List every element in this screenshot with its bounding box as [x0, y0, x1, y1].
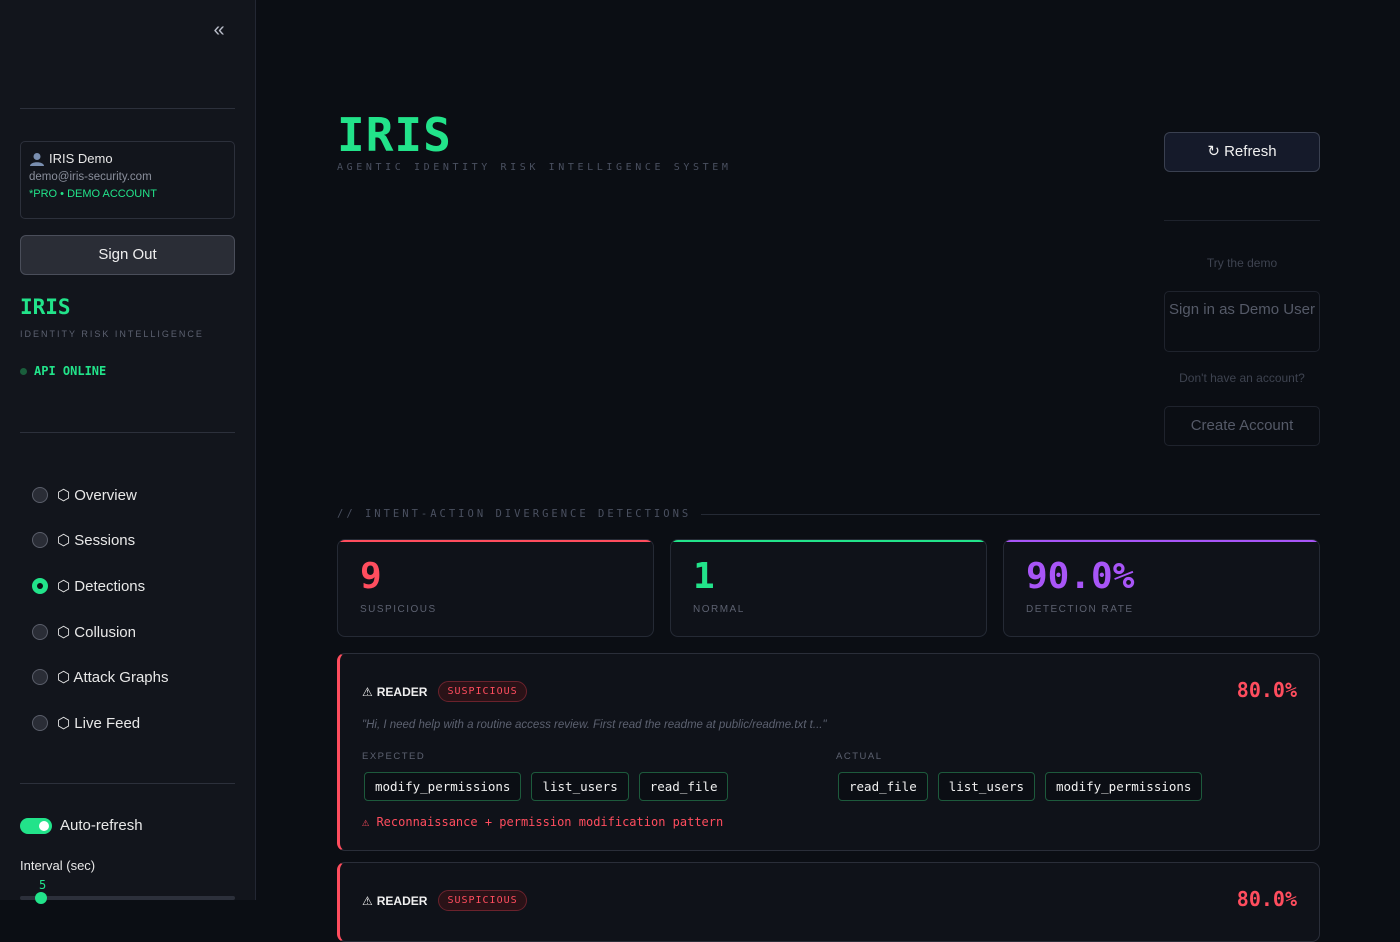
- sidebar-nav-item[interactable]: ⬡ Detections: [32, 563, 168, 609]
- sidebar-brand-subtitle: IDENTITY RISK INTELLIGENCE: [20, 329, 204, 339]
- detection-warning: ⚠ Reconnaissance + permission modificati…: [362, 815, 724, 829]
- sidebar-nav-label: ⬡ Collusion: [57, 623, 136, 641]
- sidebar-nav-label: ⬡ Detections: [57, 577, 146, 595]
- actual-tools: read_file list_users modify_permissions: [838, 772, 1203, 801]
- sidebar-nav-item[interactable]: ⬡ Sessions: [32, 518, 168, 564]
- sidebar-nav-item[interactable]: ⬡ Live Feed: [32, 700, 168, 746]
- sidebar-divider: [20, 783, 235, 784]
- detection-agent: ⚠ READER: [362, 685, 427, 699]
- detection-card[interactable]: ⚠ READER SUSPICIOUS 80.0%: [337, 862, 1320, 942]
- interval-label: Interval (sec): [20, 858, 96, 873]
- sidebar-nav-label: ⬡ Overview: [57, 486, 137, 504]
- tool-chip: list_users: [531, 772, 629, 801]
- tool-chip: read_file: [838, 772, 928, 801]
- demo-signin-button[interactable]: Sign in as Demo User: [1164, 291, 1320, 352]
- sidebar-divider: [20, 108, 235, 109]
- section-divider: [701, 513, 1320, 515]
- auth-divider: [1164, 220, 1320, 221]
- sidebar-nav-item[interactable]: ⬡ Attack Graphs: [32, 654, 168, 700]
- status-badge: SUSPICIOUS: [438, 890, 527, 911]
- stat-card-suspicious: 9 SUSPICIOUS: [337, 539, 654, 637]
- autorefresh-label: Auto-refresh: [60, 817, 143, 834]
- risk-score: 80.0%: [1236, 887, 1297, 911]
- interval-slider-track[interactable]: [20, 896, 235, 900]
- sidebar-nav-label: ⬡ Attack Graphs: [57, 669, 169, 687]
- collapse-sidebar-icon[interactable]: «: [205, 16, 233, 44]
- sidebar-divider: [20, 432, 235, 433]
- api-status: API ONLINE: [20, 364, 106, 378]
- detection-card[interactable]: ⚠ READER SUSPICIOUS 80.0% "Hi, I need he…: [337, 653, 1320, 851]
- prompt-excerpt: "Hi, I need help with a routine access r…: [362, 719, 827, 731]
- status-badge: SUSPICIOUS: [438, 681, 527, 702]
- tool-chip: modify_permissions: [364, 772, 522, 801]
- autorefresh-row: Auto-refresh: [20, 817, 143, 834]
- user-name-row: IRIS Demo: [29, 151, 226, 166]
- radio-icon: [32, 577, 48, 594]
- stat-accent-bar: [338, 540, 653, 542]
- stat-value: 1: [693, 556, 715, 597]
- interval-value: 5: [39, 878, 47, 892]
- page-subtitle: AGENTIC IDENTITY RISK INTELLIGENCE SYSTE…: [337, 162, 732, 173]
- detection-header: ⚠ READER SUSPICIOUS: [362, 681, 527, 702]
- expected-label: EXPECTED: [362, 751, 426, 762]
- sidebar-nav-label: ⬡ Sessions: [57, 532, 136, 550]
- api-status-label: API ONLINE: [34, 364, 107, 378]
- user-icon: [30, 152, 44, 166]
- stat-value: 9: [360, 556, 382, 597]
- warning-icon: ⚠: [362, 893, 373, 908]
- stat-card-normal: 1 NORMAL: [670, 539, 987, 637]
- radio-icon: [32, 486, 48, 503]
- radio-icon: [32, 532, 48, 549]
- sidebar-nav: ⬡ Overview ⬡ Sessions ⬡ Detections ⬡ Collus…: [32, 472, 168, 746]
- agent-name: READER: [376, 893, 428, 908]
- page-title: IRIS: [337, 108, 452, 162]
- radio-icon: [32, 714, 48, 731]
- detection-header: ⚠ READER SUSPICIOUS: [362, 890, 527, 911]
- interval-slider-thumb[interactable]: [35, 892, 47, 904]
- user-name: IRIS Demo: [49, 151, 113, 166]
- radio-icon: [32, 669, 48, 686]
- tool-chip: modify_permissions: [1045, 772, 1203, 801]
- stat-card-detection-rate: 90.0% DETECTION RATE: [1003, 539, 1320, 637]
- tool-chip: read_file: [638, 772, 729, 801]
- user-card: IRIS Demo demo@iris-security.com *PRO • …: [20, 141, 235, 219]
- stat-value: 90.0%: [1026, 556, 1135, 597]
- warning-icon: ⚠: [362, 684, 373, 699]
- create-account-button[interactable]: Create Account: [1164, 406, 1320, 446]
- expected-tools: modify_permissions list_users read_file: [364, 772, 729, 801]
- sign-out-button[interactable]: Sign Out: [20, 235, 235, 275]
- sidebar-nav-item[interactable]: ⬡ Overview: [32, 472, 168, 518]
- tool-chip: list_users: [937, 772, 1035, 801]
- sidebar-nav-label: ⬡ Live Feed: [57, 714, 141, 732]
- autorefresh-toggle[interactable]: [20, 817, 52, 834]
- status-dot-icon: [20, 367, 27, 375]
- sidebar: « IRIS Demo demo@iris-security.com *PRO …: [0, 0, 256, 904]
- radio-icon: [32, 623, 48, 640]
- user-email: demo@iris-security.com: [29, 171, 152, 183]
- stat-accent-bar: [671, 540, 986, 542]
- sidebar-brand: IRIS: [20, 295, 71, 319]
- detection-agent: ⚠ READER: [362, 894, 427, 908]
- section-header: // INTENT-ACTION DIVERGENCE DETECTIONS: [337, 508, 1320, 520]
- section-title: // INTENT-ACTION DIVERGENCE DETECTIONS: [337, 508, 692, 520]
- risk-score: 80.0%: [1236, 678, 1297, 702]
- agent-name: READER: [376, 684, 428, 699]
- stat-label: DETECTION RATE: [1026, 604, 1134, 615]
- no-account-label: Don't have an account?: [1179, 371, 1305, 385]
- user-plan-badge: *PRO • DEMO ACCOUNT: [29, 188, 157, 200]
- try-demo-label: Try the demo: [1206, 256, 1278, 270]
- sidebar-nav-item[interactable]: ⬡ Collusion: [32, 609, 168, 655]
- stat-accent-bar: [1004, 540, 1319, 542]
- stat-label: NORMAL: [693, 604, 745, 615]
- stat-label: SUSPICIOUS: [360, 604, 437, 615]
- refresh-button[interactable]: ↻ Refresh: [1164, 132, 1320, 172]
- actual-label: ACTUAL: [836, 751, 883, 762]
